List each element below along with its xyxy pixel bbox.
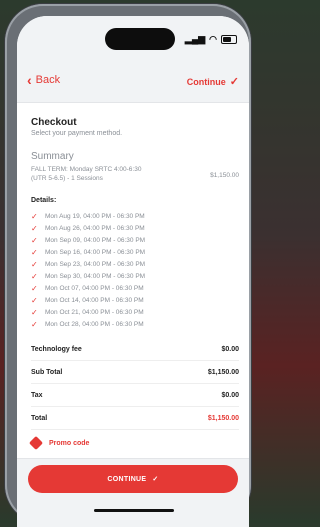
top-nav-bar: ‹ Back Continue ✓	[17, 62, 249, 103]
total-value: $1,150.00	[207, 414, 239, 422]
check-icon: ✓	[152, 476, 159, 483]
check-icon: ✓	[31, 307, 38, 317]
session-text: Mon Aug 19, 04:00 PM - 06:30 PM	[45, 212, 145, 220]
check-icon: ✓	[229, 76, 239, 88]
continue-top-label: Continue	[186, 76, 226, 87]
dynamic-island	[105, 28, 175, 50]
session-text: Mon Sep 23, 04:00 PM - 06:30 PM	[45, 260, 146, 268]
check-icon: ✓	[31, 235, 38, 245]
summary-row: FALL TERM: Monday SRTC 4:00-6:30 (UTR 5-…	[31, 166, 239, 183]
check-icon: ✓	[31, 283, 38, 293]
summary-amount: $1,150.00	[210, 172, 239, 179]
technology-fee-label: Technology fee	[31, 345, 82, 353]
total-row: Total $1,150.00	[31, 407, 239, 430]
totals-section: Technology fee $0.00 Sub Total $1,150.00…	[31, 338, 239, 430]
home-indicator	[94, 509, 174, 512]
continue-button[interactable]: CONTINUE ✓	[28, 465, 238, 493]
page-subtitle: Select your payment method.	[31, 130, 123, 137]
list-item: ✓ Mon Aug 19, 04:00 PM - 06:30 PM	[31, 210, 239, 222]
list-item: ✓ Mon Oct 21, 04:00 PM - 06:30 PM	[31, 306, 239, 318]
check-icon: ✓	[31, 295, 38, 305]
chevron-left-icon: ‹	[27, 72, 32, 88]
promo-code-label: Promo code	[49, 439, 90, 447]
tax-label: Tax	[31, 391, 43, 399]
check-icon: ✓	[31, 319, 38, 329]
total-label: Total	[31, 414, 48, 422]
session-text: Mon Sep 30, 04:00 PM - 06:30 PM	[45, 272, 146, 280]
promo-code-link[interactable]: Promo code	[28, 435, 239, 451]
list-item: ✓ Mon Oct 07, 04:00 PM - 06:30 PM	[31, 282, 239, 294]
list-item: ✓ Mon Sep 16, 04:00 PM - 06:30 PM	[31, 246, 239, 258]
back-button[interactable]: ‹ Back	[27, 73, 60, 87]
list-item: ✓ Mon Aug 26, 04:00 PM - 06:30 PM	[31, 222, 239, 234]
session-text: Mon Oct 07, 04:00 PM - 06:30 PM	[45, 284, 144, 292]
check-icon: ✓	[31, 259, 38, 269]
session-text: Mon Aug 26, 04:00 PM - 06:30 PM	[45, 224, 145, 232]
battery-icon	[221, 35, 237, 44]
list-item: ✓ Mon Oct 28, 04:00 PM - 06:30 PM	[31, 318, 239, 330]
app-screen: ▂▄▆ ◠ ‹ Back Continue ✓ Checkout Select …	[17, 16, 249, 527]
signal-icon: ▂▄▆	[184, 34, 206, 44]
check-icon: ✓	[31, 211, 38, 221]
wifi-icon: ◠	[209, 34, 217, 44]
tax-value: $0.00	[221, 391, 239, 399]
check-icon: ✓	[31, 223, 38, 233]
session-text: Mon Sep 16, 04:00 PM - 06:30 PM	[45, 248, 146, 256]
status-bar: ▂▄▆ ◠	[17, 16, 249, 62]
session-text: Mon Oct 14, 04:00 PM - 06:30 PM	[45, 296, 144, 304]
list-item: ✓ Mon Oct 14, 04:00 PM - 06:30 PM	[31, 294, 239, 306]
tax-row: Tax $0.00	[31, 384, 239, 407]
list-item: ✓ Mon Sep 30, 04:00 PM - 06:30 PM	[31, 270, 239, 282]
session-text: Mon Sep 09, 04:00 PM - 06:30 PM	[45, 236, 146, 244]
technology-fee-value: $0.00	[221, 345, 239, 353]
phone-frame: ▂▄▆ ◠ ‹ Back Continue ✓ Checkout Select …	[5, 4, 251, 527]
session-text: Mon Oct 28, 04:00 PM - 06:30 PM	[45, 320, 144, 328]
back-label: Back	[35, 74, 61, 86]
details-title: Details:	[31, 197, 57, 204]
check-icon: ✓	[31, 247, 38, 257]
list-item: ✓ Mon Sep 23, 04:00 PM - 06:30 PM	[31, 258, 239, 270]
summary-line2: (UTR 5-6.5) - 1 Sessions	[31, 174, 103, 182]
page-title: Checkout	[31, 117, 77, 128]
tag-icon	[28, 435, 44, 451]
continue-top-button[interactable]: Continue ✓	[187, 75, 239, 88]
session-text: Mon Oct 21, 04:00 PM - 06:30 PM	[45, 308, 144, 316]
subtotal-value: $1,150.00	[207, 368, 239, 376]
session-list: ✓ Mon Aug 19, 04:00 PM - 06:30 PM ✓ Mon Au…	[31, 210, 239, 330]
subtotal-label: Sub Total	[31, 368, 63, 376]
footer-bar: CONTINUE ✓	[17, 458, 249, 527]
continue-button-label: CONTINUE	[107, 475, 147, 483]
list-item: ✓ Mon Sep 09, 04:00 PM - 06:30 PM	[31, 234, 239, 246]
summary-title: Summary	[31, 151, 74, 162]
status-icons: ▂▄▆ ◠	[185, 34, 237, 45]
technology-fee-row: Technology fee $0.00	[31, 338, 239, 361]
check-icon: ✓	[31, 271, 38, 281]
summary-description: FALL TERM: Monday SRTC 4:00-6:30 (UTR 5-…	[31, 166, 171, 183]
subtotal-row: Sub Total $1,150.00	[31, 361, 239, 384]
summary-line1: FALL TERM: Monday SRTC 4:00-6:30	[31, 166, 142, 173]
